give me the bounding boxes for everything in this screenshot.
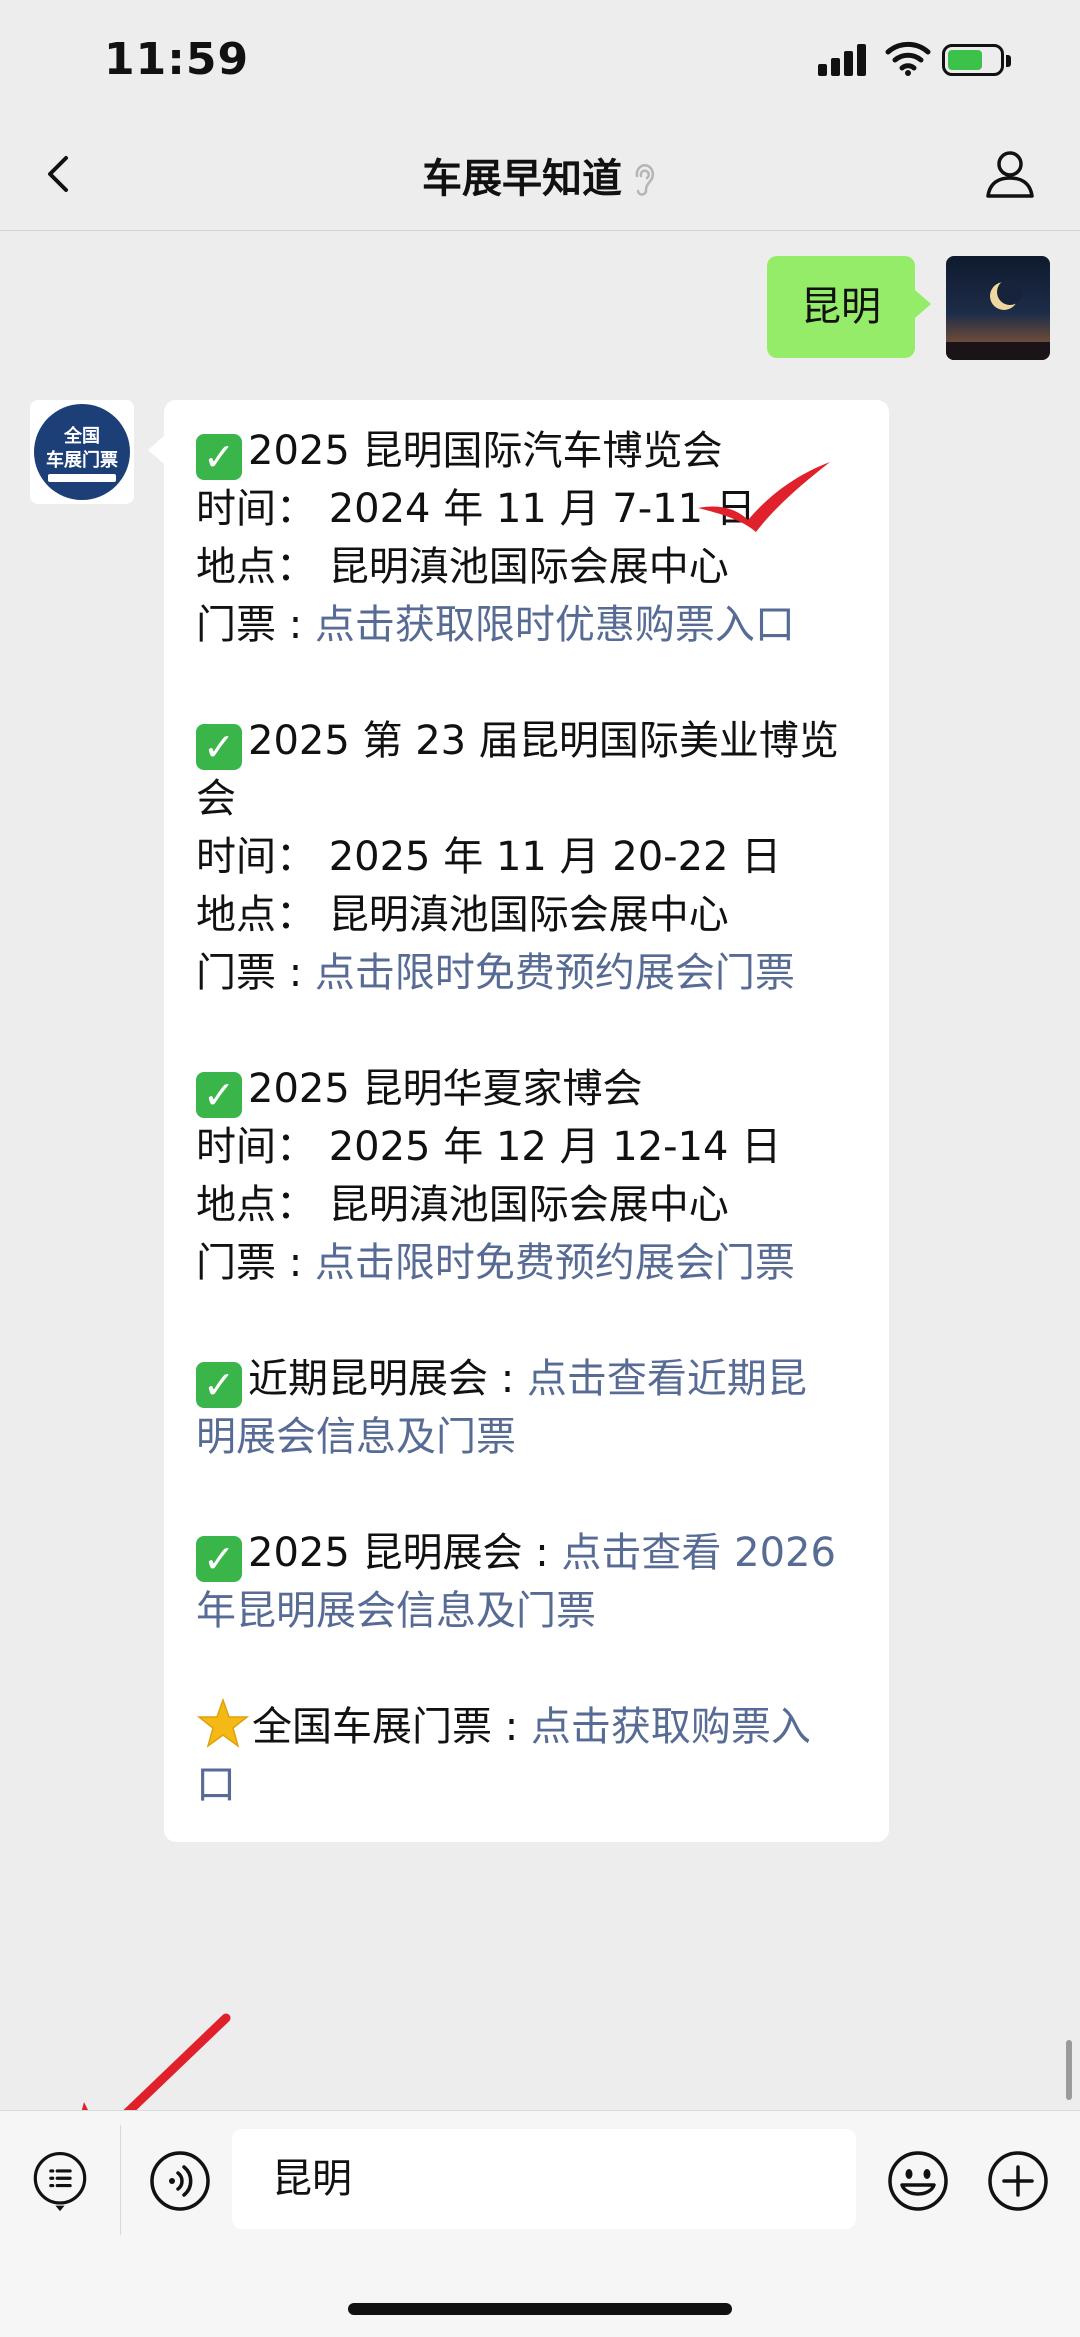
check-icon: ✓ bbox=[196, 1072, 242, 1118]
avatar-logo: 全国 车展门票 bbox=[34, 404, 130, 500]
ticket-link[interactable]: 点击获取限时优惠购票入口 bbox=[315, 602, 795, 648]
ticket-link[interactable]: 点击限时免费预约展会门票 bbox=[315, 950, 795, 996]
outgoing-message-bubble[interactable]: 昆明 bbox=[767, 256, 931, 358]
ticket-line: 门票 : 点击限时免费预约展会门票 bbox=[196, 1240, 795, 1286]
profile-icon[interactable] bbox=[982, 146, 1038, 202]
battery-icon bbox=[942, 44, 1011, 76]
avatar-logo-strip bbox=[48, 474, 116, 482]
recent-expos-link[interactable]: 点击查看近期昆 bbox=[527, 1356, 807, 1402]
red-checkmark-annotation bbox=[698, 462, 830, 532]
check-icon: ✓ bbox=[196, 1362, 242, 1408]
status-bar: 11:59 bbox=[0, 0, 1080, 120]
event-location: 地点： 昆明滇池国际会展中心 bbox=[196, 892, 729, 938]
chat-title-text: 车展早知道 bbox=[422, 156, 622, 202]
check-icon: ✓ bbox=[196, 434, 242, 480]
voice-icon[interactable] bbox=[148, 2149, 212, 2213]
recent-expos-line: ✓ 近期昆明展会 : 点击查看近期昆 bbox=[196, 1350, 807, 1408]
toolbar-divider bbox=[120, 2125, 121, 2235]
event-title: ✓ 2025 昆明华夏家博会 bbox=[196, 1060, 643, 1118]
ear-icon bbox=[635, 164, 655, 196]
event-location: 地点： 昆明滇池国际会展中心 bbox=[196, 544, 729, 590]
event-location: 地点： 昆明滇池国际会展中心 bbox=[196, 1182, 729, 1228]
plus-icon[interactable] bbox=[986, 2149, 1050, 2213]
wifi-icon bbox=[885, 41, 931, 76]
chat-header: 车展早知道 bbox=[0, 120, 1080, 231]
incoming-message-bubble: ✓ 2025 昆明国际汽车博览会 时间： 2024 年 11 月 7-11 日 地… bbox=[148, 400, 889, 1842]
emoji-icon[interactable] bbox=[886, 2149, 950, 2213]
scroll-indicator[interactable] bbox=[1066, 2040, 1072, 2100]
avatar-logo-line2: 车展门票 bbox=[46, 450, 118, 471]
event-time: 时间： 2025 年 12 月 12-14 日 bbox=[196, 1124, 782, 1170]
avatar-logo-line1: 全国 bbox=[64, 426, 100, 447]
event-time: 时间： 2024 年 11 月 7-11 日 bbox=[196, 486, 756, 532]
event-title: ✓ 2025 昆明国际汽车博览会 bbox=[196, 422, 723, 480]
ticket-link[interactable]: 点击限时免费预约展会门票 bbox=[315, 1240, 795, 1286]
message-input[interactable]: 昆明 bbox=[232, 2129, 856, 2229]
status-time: 11:59 bbox=[104, 34, 250, 85]
check-icon: ✓ bbox=[196, 1536, 242, 1582]
chat-title: 车展早知道 bbox=[0, 146, 1080, 204]
expos-2026-line: ✓ 2025 昆明展会 : 点击查看 2026 bbox=[196, 1524, 836, 1582]
menu-icon[interactable] bbox=[28, 2149, 92, 2213]
check-icon: ✓ bbox=[196, 724, 242, 770]
expos-2026-link[interactable]: 点击查看 2026 bbox=[561, 1530, 836, 1576]
self-avatar[interactable] bbox=[946, 256, 1050, 360]
event-title-continued: 会 bbox=[196, 776, 236, 822]
star-icon bbox=[196, 1698, 250, 1748]
recent-expos-link-continued[interactable]: 明展会信息及门票 bbox=[196, 1408, 516, 1466]
national-tickets-line: 全国车展门票 : 点击获取购票入 bbox=[196, 1698, 811, 1756]
national-tickets-link[interactable]: 点击获取购票入 bbox=[531, 1704, 811, 1750]
event-time: 时间： 2025 年 11 月 20-22 日 bbox=[196, 834, 782, 880]
ticket-line: 门票 : 点击限时免费预约展会门票 bbox=[196, 950, 795, 996]
ticket-line: 门票 : 点击获取限时优惠购票入口 bbox=[196, 602, 795, 648]
signal-icon bbox=[818, 44, 868, 76]
official-account-avatar[interactable]: 全国 车展门票 bbox=[30, 400, 134, 504]
expos-2026-link-continued[interactable]: 年昆明展会信息及门票 bbox=[196, 1582, 596, 1640]
home-indicator bbox=[348, 2303, 732, 2315]
event-title: ✓ 2025 第 23 届昆明国际美业博览 bbox=[196, 712, 839, 770]
national-tickets-link-continued[interactable]: 口 bbox=[196, 1756, 236, 1814]
input-toolbar: 昆明 bbox=[0, 2110, 1080, 2337]
